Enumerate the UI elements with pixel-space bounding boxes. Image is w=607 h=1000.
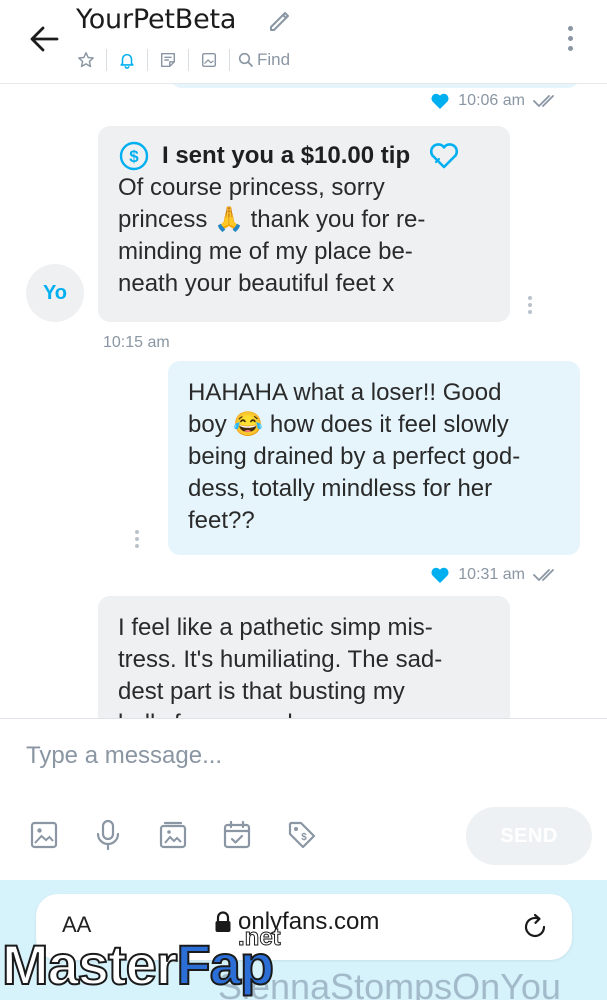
message-options-button[interactable] (129, 530, 145, 548)
send-button[interactable]: SEND (466, 807, 592, 865)
search-icon (238, 52, 253, 67)
message-input[interactable] (26, 739, 566, 773)
vault-icon (159, 821, 187, 849)
message-line: princess 🙏 thank you for re- (118, 206, 426, 233)
chat-header: YourPetBeta Find (0, 0, 607, 84)
url-display[interactable]: onlyfans.com (214, 908, 379, 936)
message-line: being drained by a perfect god- (188, 443, 521, 470)
message-line: HAHAHA what a loser!! Good (188, 379, 502, 406)
message-options-button[interactable] (522, 296, 538, 314)
message-line: balls for you makes me (118, 708, 490, 718)
more-options-button[interactable] (556, 20, 584, 56)
schedule-button[interactable] (219, 817, 255, 853)
message-composer: $ SEND (0, 718, 607, 880)
message-line: feet?? (188, 507, 255, 534)
lock-icon (215, 911, 231, 932)
message-line: minding me of my place be- (118, 238, 413, 265)
tag-icon: $ (288, 821, 316, 849)
bell-icon (120, 53, 134, 69)
reload-icon[interactable] (520, 912, 550, 942)
message-status: 10:06 am (430, 92, 561, 110)
message-line: Of course princess, sorry (118, 174, 385, 201)
message-time: 10:15 am (103, 334, 170, 351)
svg-text:$: $ (301, 832, 307, 843)
browser-address-area: AA onlyfans.com SiennaStompsOnYou (0, 880, 607, 1000)
heart-filled-icon[interactable] (430, 566, 450, 584)
outgoing-message-bubble[interactable]: HAHAHA what a loser!! Good boy 😂 how doe… (168, 361, 580, 555)
message-time: 10:06 am (458, 92, 525, 109)
note-icon (160, 52, 176, 68)
tip-row: $ I sent you a $10.00 tip (118, 140, 490, 172)
chat-toolbar: Find (70, 46, 290, 74)
image-icon (201, 52, 217, 68)
message-line: dess, totally mindless for her (188, 475, 493, 502)
message-status: 10:31 am (430, 566, 561, 584)
notifications-button[interactable] (111, 46, 143, 74)
image-icon (30, 821, 58, 849)
previous-message-bubble (170, 84, 580, 88)
gallery-button[interactable] (193, 46, 225, 74)
message-line: neath your beautiful feet x (118, 270, 395, 297)
message-list[interactable]: 10:06 am $ I sent you a $10.00 tip Of co… (0, 84, 607, 718)
voice-message-button[interactable] (90, 817, 126, 853)
back-button[interactable] (24, 22, 64, 56)
page-settings-button[interactable]: AA (62, 912, 91, 938)
message-line: tress. It's humiliating. The sad- (118, 646, 443, 673)
attach-image-button[interactable] (26, 817, 62, 853)
incoming-message-bubble[interactable]: $ I sent you a $10.00 tip Of course prin… (98, 126, 510, 322)
star-icon (78, 52, 94, 68)
find-button[interactable]: Find (234, 50, 290, 70)
dollar-coin-icon: $ (119, 141, 149, 171)
message-line: I feel like a pathetic simp mis- (118, 614, 433, 641)
microphone-icon (96, 819, 120, 851)
tip-text: I sent you a $10.00 tip (162, 142, 411, 169)
heart-filled-icon[interactable] (430, 92, 450, 110)
calendar-check-icon (223, 820, 251, 849)
address-bar[interactable]: AA onlyfans.com (36, 894, 572, 960)
heart-outline-icon[interactable] (428, 142, 460, 170)
favorite-button[interactable] (70, 46, 102, 74)
price-tag-button[interactable]: $ (284, 817, 320, 853)
url-text: onlyfans.com (238, 908, 380, 935)
avatar[interactable]: Yo (26, 264, 84, 322)
message-time: 10:31 am (458, 566, 525, 583)
message-line: dest part is that busting my (118, 678, 405, 705)
incoming-message-bubble[interactable]: I feel like a pathetic simp mis- tress. … (98, 596, 510, 718)
find-label: Find (257, 50, 291, 69)
chat-title[interactable]: YourPetBeta (76, 4, 236, 35)
pencil-icon[interactable] (266, 8, 292, 34)
svg-text:$: $ (129, 147, 139, 166)
double-check-icon (533, 95, 554, 107)
notes-button[interactable] (152, 46, 184, 74)
double-check-icon (533, 569, 554, 581)
vault-button[interactable] (155, 817, 191, 853)
channel-watermark: SiennaStompsOnYou (218, 966, 561, 1000)
message-line: boy 😂 how does it feel slowly (188, 411, 509, 438)
arrow-left-icon (30, 26, 59, 52)
